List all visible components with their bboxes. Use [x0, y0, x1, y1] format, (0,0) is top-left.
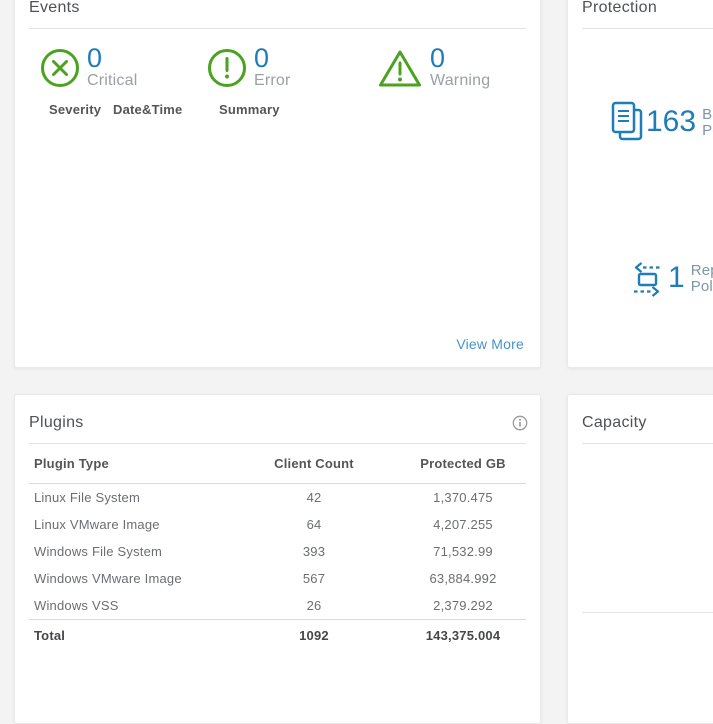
error-counter: 0 Error — [206, 47, 291, 90]
column-client-count: Client Count — [228, 456, 400, 471]
error-label: Error — [254, 71, 291, 90]
events-card-title: Events — [29, 0, 526, 18]
dashboard: { "colors": { "success_green": "#4aa21f"… — [0, 0, 713, 674]
info-icon[interactable] — [512, 415, 528, 431]
error-count: 0 — [254, 47, 291, 70]
protection-card: Protection 163 Backup Policies — [567, 0, 713, 368]
plugins-card-title: Plugins — [29, 413, 526, 433]
capacity-card: Capacity — [567, 394, 713, 724]
protection-card-title: Protection — [582, 0, 713, 18]
table-row: Linux File System 42 1,370.475 — [29, 484, 526, 511]
protection-card-header: Protection — [582, 0, 713, 29]
plugins-table-body: Linux File System 42 1,370.475 Linux VMw… — [29, 484, 526, 619]
replication-policies-stat: 1 Replication Policies — [629, 261, 713, 297]
plugins-table-header: Plugin Type Client Count Protected GB — [29, 444, 526, 484]
events-column-datetime: Date&Time — [113, 102, 182, 117]
column-protected-gb: Protected GB — [400, 456, 526, 471]
replication-policies-label: Replication Policies — [691, 261, 713, 295]
warning-counter: 0 Warning — [376, 47, 490, 90]
capacity-section-divider — [582, 612, 713, 613]
column-plugin-type: Plugin Type — [29, 456, 228, 471]
events-card-header: Events — [29, 0, 526, 29]
events-column-summary: Summary — [219, 102, 280, 117]
total-protected-gb: 143,375.004 — [400, 628, 526, 643]
view-more-link[interactable]: View More — [456, 336, 524, 352]
table-row: Linux VMware Image 64 4,207.255 — [29, 511, 526, 538]
warning-label: Warning — [430, 71, 490, 90]
warning-count: 0 — [430, 47, 490, 70]
capacity-card-header: Capacity — [582, 395, 713, 444]
plugins-table: Plugin Type Client Count Protected GB Li… — [29, 444, 526, 651]
total-client-count: 1092 — [228, 628, 400, 643]
events-column-severity: Severity — [49, 102, 101, 117]
circle-exclamation-icon — [206, 47, 248, 89]
backup-policies-count: 163 — [646, 101, 696, 143]
replication-policies-count: 1 — [668, 261, 685, 295]
events-card: Events 0 Critical 0 Error — [14, 0, 541, 368]
backup-policies-label: Backup Policies — [702, 101, 713, 139]
backup-policies-stat: 163 Backup Policies — [611, 101, 713, 147]
replication-policies-icon — [629, 261, 665, 297]
capacity-card-title: Capacity — [582, 413, 713, 433]
circle-x-icon — [39, 47, 81, 89]
backup-policies-icon — [611, 101, 643, 147]
critical-count: 0 — [87, 47, 138, 70]
plugins-card-header: Plugins — [29, 395, 526, 444]
total-label: Total — [29, 628, 228, 643]
table-row: Windows VSS 26 2,379.292 — [29, 592, 526, 619]
plugins-card: Plugins Plugin Type Client Count Protect… — [14, 394, 541, 724]
critical-label: Critical — [87, 71, 138, 90]
triangle-exclamation-icon — [376, 47, 424, 89]
table-row: Windows VMware Image 567 63,884.992 — [29, 565, 526, 592]
critical-counter: 0 Critical — [39, 47, 138, 90]
plugins-table-total-row: Total 1092 143,375.004 — [29, 619, 526, 651]
table-row: Windows File System 393 71,532.99 — [29, 538, 526, 565]
